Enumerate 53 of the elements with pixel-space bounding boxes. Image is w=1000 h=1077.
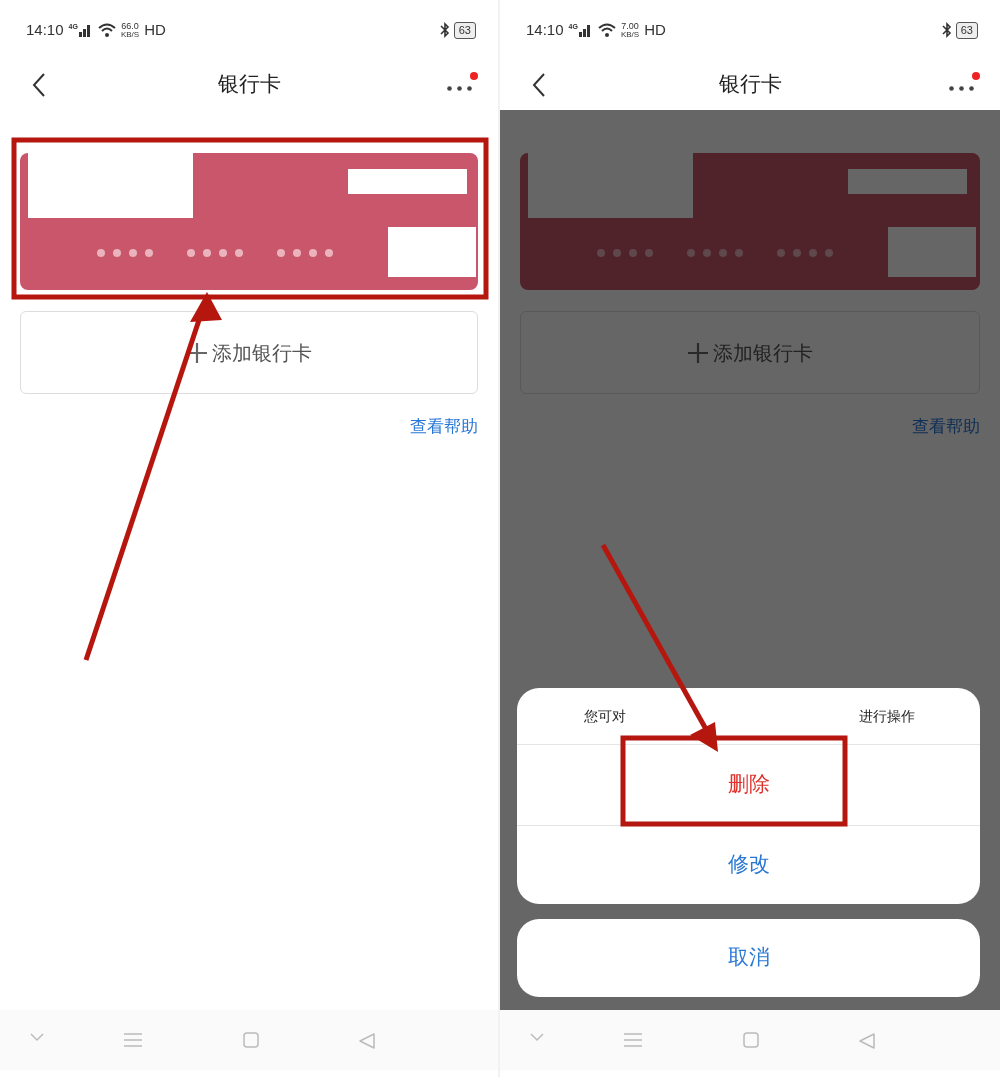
chevron-down-button[interactable] [530,1032,544,1042]
bluetooth-icon [439,22,450,38]
wifi-icon [97,23,116,37]
home-button[interactable] [243,1032,259,1048]
page-title: 银行卡 [718,71,782,99]
speed-unit: KB/S [620,30,640,39]
battery-level: 63 [955,21,978,39]
masked-digits [187,249,243,257]
sheet-message: 您可对 [584,706,626,726]
wifi-icon [597,23,616,37]
chevron-down-icon [530,1032,544,1042]
menu-button[interactable] [624,1032,642,1048]
hd-indicator: HD [644,19,666,40]
home-icon [743,1032,759,1048]
network-speed: 7.00 [621,21,639,31]
sheet-message: 进行操作 [859,706,915,726]
plus-icon [687,341,709,364]
help-link[interactable]: 查看帮助 [912,414,980,440]
speed-unit: KB/S [120,30,140,39]
bank-card[interactable] [520,153,980,290]
menu-button[interactable] [124,1032,142,1048]
back-triangle-icon [858,1032,876,1050]
cancel-button[interactable]: 取消 [517,919,980,997]
bluetooth-icon [941,22,952,38]
signal-icon [78,23,93,37]
masked-digits [277,249,333,257]
masked-digits [687,249,743,257]
add-card-button[interactable]: 添加银行卡 [520,311,980,394]
menu-icon [124,1032,142,1048]
network-speed: 66.0 [121,21,139,31]
chevron-down-icon [30,1032,44,1042]
more-icon [447,86,472,91]
bank-card[interactable] [20,153,478,290]
status-time: 14:10 [526,19,564,40]
page-title: 银行卡 [217,71,281,99]
masked-digits [97,249,153,257]
status-time: 14:10 [26,19,64,40]
more-icon [949,86,974,91]
home-icon [243,1032,259,1048]
back-triangle-icon [358,1032,376,1050]
hd-indicator: HD [144,19,166,40]
masked-digits [777,249,833,257]
add-card-button[interactable]: 添加银行卡 [20,311,478,394]
chevron-down-button[interactable] [30,1032,44,1042]
back-triangle-button[interactable] [858,1032,876,1050]
menu-icon [624,1032,642,1048]
masked-digits [597,249,653,257]
edit-button[interactable]: 修改 [517,826,980,904]
help-link[interactable]: 查看帮助 [410,414,478,440]
home-button[interactable] [743,1032,759,1048]
back-triangle-button[interactable] [358,1032,376,1050]
battery-level: 63 [453,21,476,39]
signal-icon [578,23,593,37]
